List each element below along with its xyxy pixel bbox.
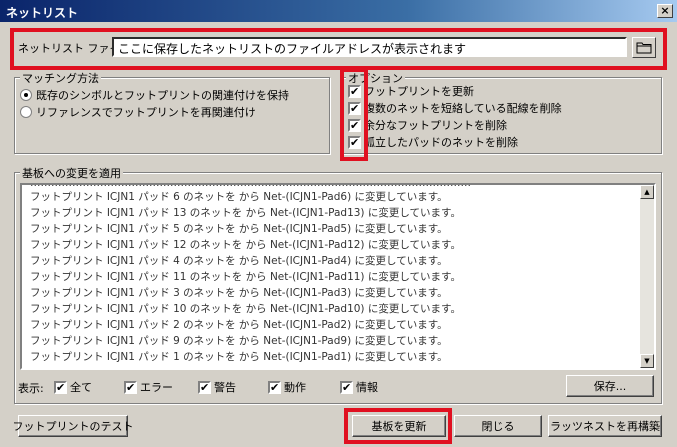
radio-reassociate-by-reference[interactable]: リファレンスでフットプリントを再関連付け [20,104,256,120]
log-line: フットプリント ICJN1 パッド 1 のネットを から Net-(ICJN1-… [30,351,448,363]
filter-actions[interactable]: ✔ 動作 [268,379,306,395]
log-line: フットプリント ICJN1 パッド 4 のネットを から Net-(ICJN1-… [30,255,448,267]
highlight-option-checkboxes [340,68,368,161]
scroll-up-button[interactable]: ▲ [640,185,654,199]
radio-label: リファレンスでフットプリントを再関連付け [36,106,256,119]
option-label: 余分なフットプリントを削除 [364,119,507,132]
checkbox-checked: ✔ [198,380,211,394]
filter-item-label: エラー [140,381,173,394]
title-bar: ネットリスト [0,0,677,22]
option-label: フットプリントを更新 [364,85,474,98]
filter-all[interactable]: ✔ 全て [54,379,92,395]
log-line: フットプリント ICJN1 パッド 6 のネットを から Net-(ICJN1-… [30,191,448,203]
checkbox-checked: ✔ [268,380,281,394]
filter-warnings[interactable]: ✔ 警告 [198,379,236,395]
filter-item-label: 動作 [284,381,306,394]
apply-changes-title: 基板への変更を適用 [20,165,123,181]
test-footprints-button[interactable]: フットプリントのテスト [13,415,134,437]
radio-label: 既存のシンボルとフットプリントの関連付けを保持 [36,89,289,102]
close-window-button[interactable]: × [657,4,673,18]
option-delete-single-pad-nets[interactable]: ✔ 孤立したパッドのネットを削除 [348,134,518,150]
highlight-update-pcb [344,408,452,444]
option-label: 複数のネットを短絡している配線を削除 [364,102,562,115]
radio-indicator-on [20,89,32,101]
log-scrollbar[interactable]: ▲ ▼ [640,185,654,368]
scroll-down-button[interactable]: ▼ [640,354,654,368]
message-log[interactable]: …………………………………………………………………………………………………………… [20,183,656,370]
log-line: フットプリント ICJN1 パッド 2 のネットを から Net-(ICJN1-… [30,319,448,331]
filter-item-label: 全て [70,381,92,394]
close-button[interactable]: 閉じる [454,415,542,437]
log-line: フットプリント ICJN1 パッド 10 のネットを から Net-(ICJN1… [30,303,461,315]
log-line: フットプリント ICJN1 パッド 11 のネットを から Net-(ICJN1… [30,271,461,283]
radio-keep-association[interactable]: 既存のシンボルとフットプリントの関連付けを保持 [20,87,289,103]
checkbox-checked: ✔ [124,380,137,394]
option-delete-extra-footprints[interactable]: ✔ 余分なフットプリントを削除 [348,117,507,133]
filter-errors[interactable]: ✔ エラー [124,379,173,395]
option-delete-shorting-tracks[interactable]: ✔ 複数のネットを短絡している配線を削除 [348,100,562,116]
log-line: フットプリント ICJN1 パッド 5 のネットを から Net-(ICJN1-… [30,223,448,235]
save-log-button[interactable]: 保存... [566,375,654,397]
log-line: フットプリント ICJN1 パッド 12 のネットを から Net-(ICJN1… [30,239,461,251]
filter-item-label: 情報 [356,381,378,394]
log-line: フットプリント ICJN1 パッド 3 のネットを から Net-(ICJN1-… [30,287,448,299]
filter-label: 表示: [18,382,44,395]
highlight-netlist-file [10,28,667,70]
matching-group-title: マッチング方法 [20,70,101,86]
filter-item-label: 警告 [214,381,236,394]
log-line: フットプリント ICJN1 パッド 13 のネットを から Net-(ICJN1… [30,207,461,219]
radio-indicator-off [20,106,32,118]
checkbox-checked: ✔ [54,380,67,394]
option-label: 孤立したパッドのネットを削除 [364,136,518,149]
checkbox-checked: ✔ [340,380,353,394]
filter-info[interactable]: ✔ 情報 [340,379,378,395]
rebuild-ratsnest-button[interactable]: ラッツネストを再構築 [548,415,662,437]
window-title: ネットリスト [6,6,79,20]
log-line: フットプリント ICJN1 パッド 9 のネットを から Net-(ICJN1-… [30,335,448,347]
